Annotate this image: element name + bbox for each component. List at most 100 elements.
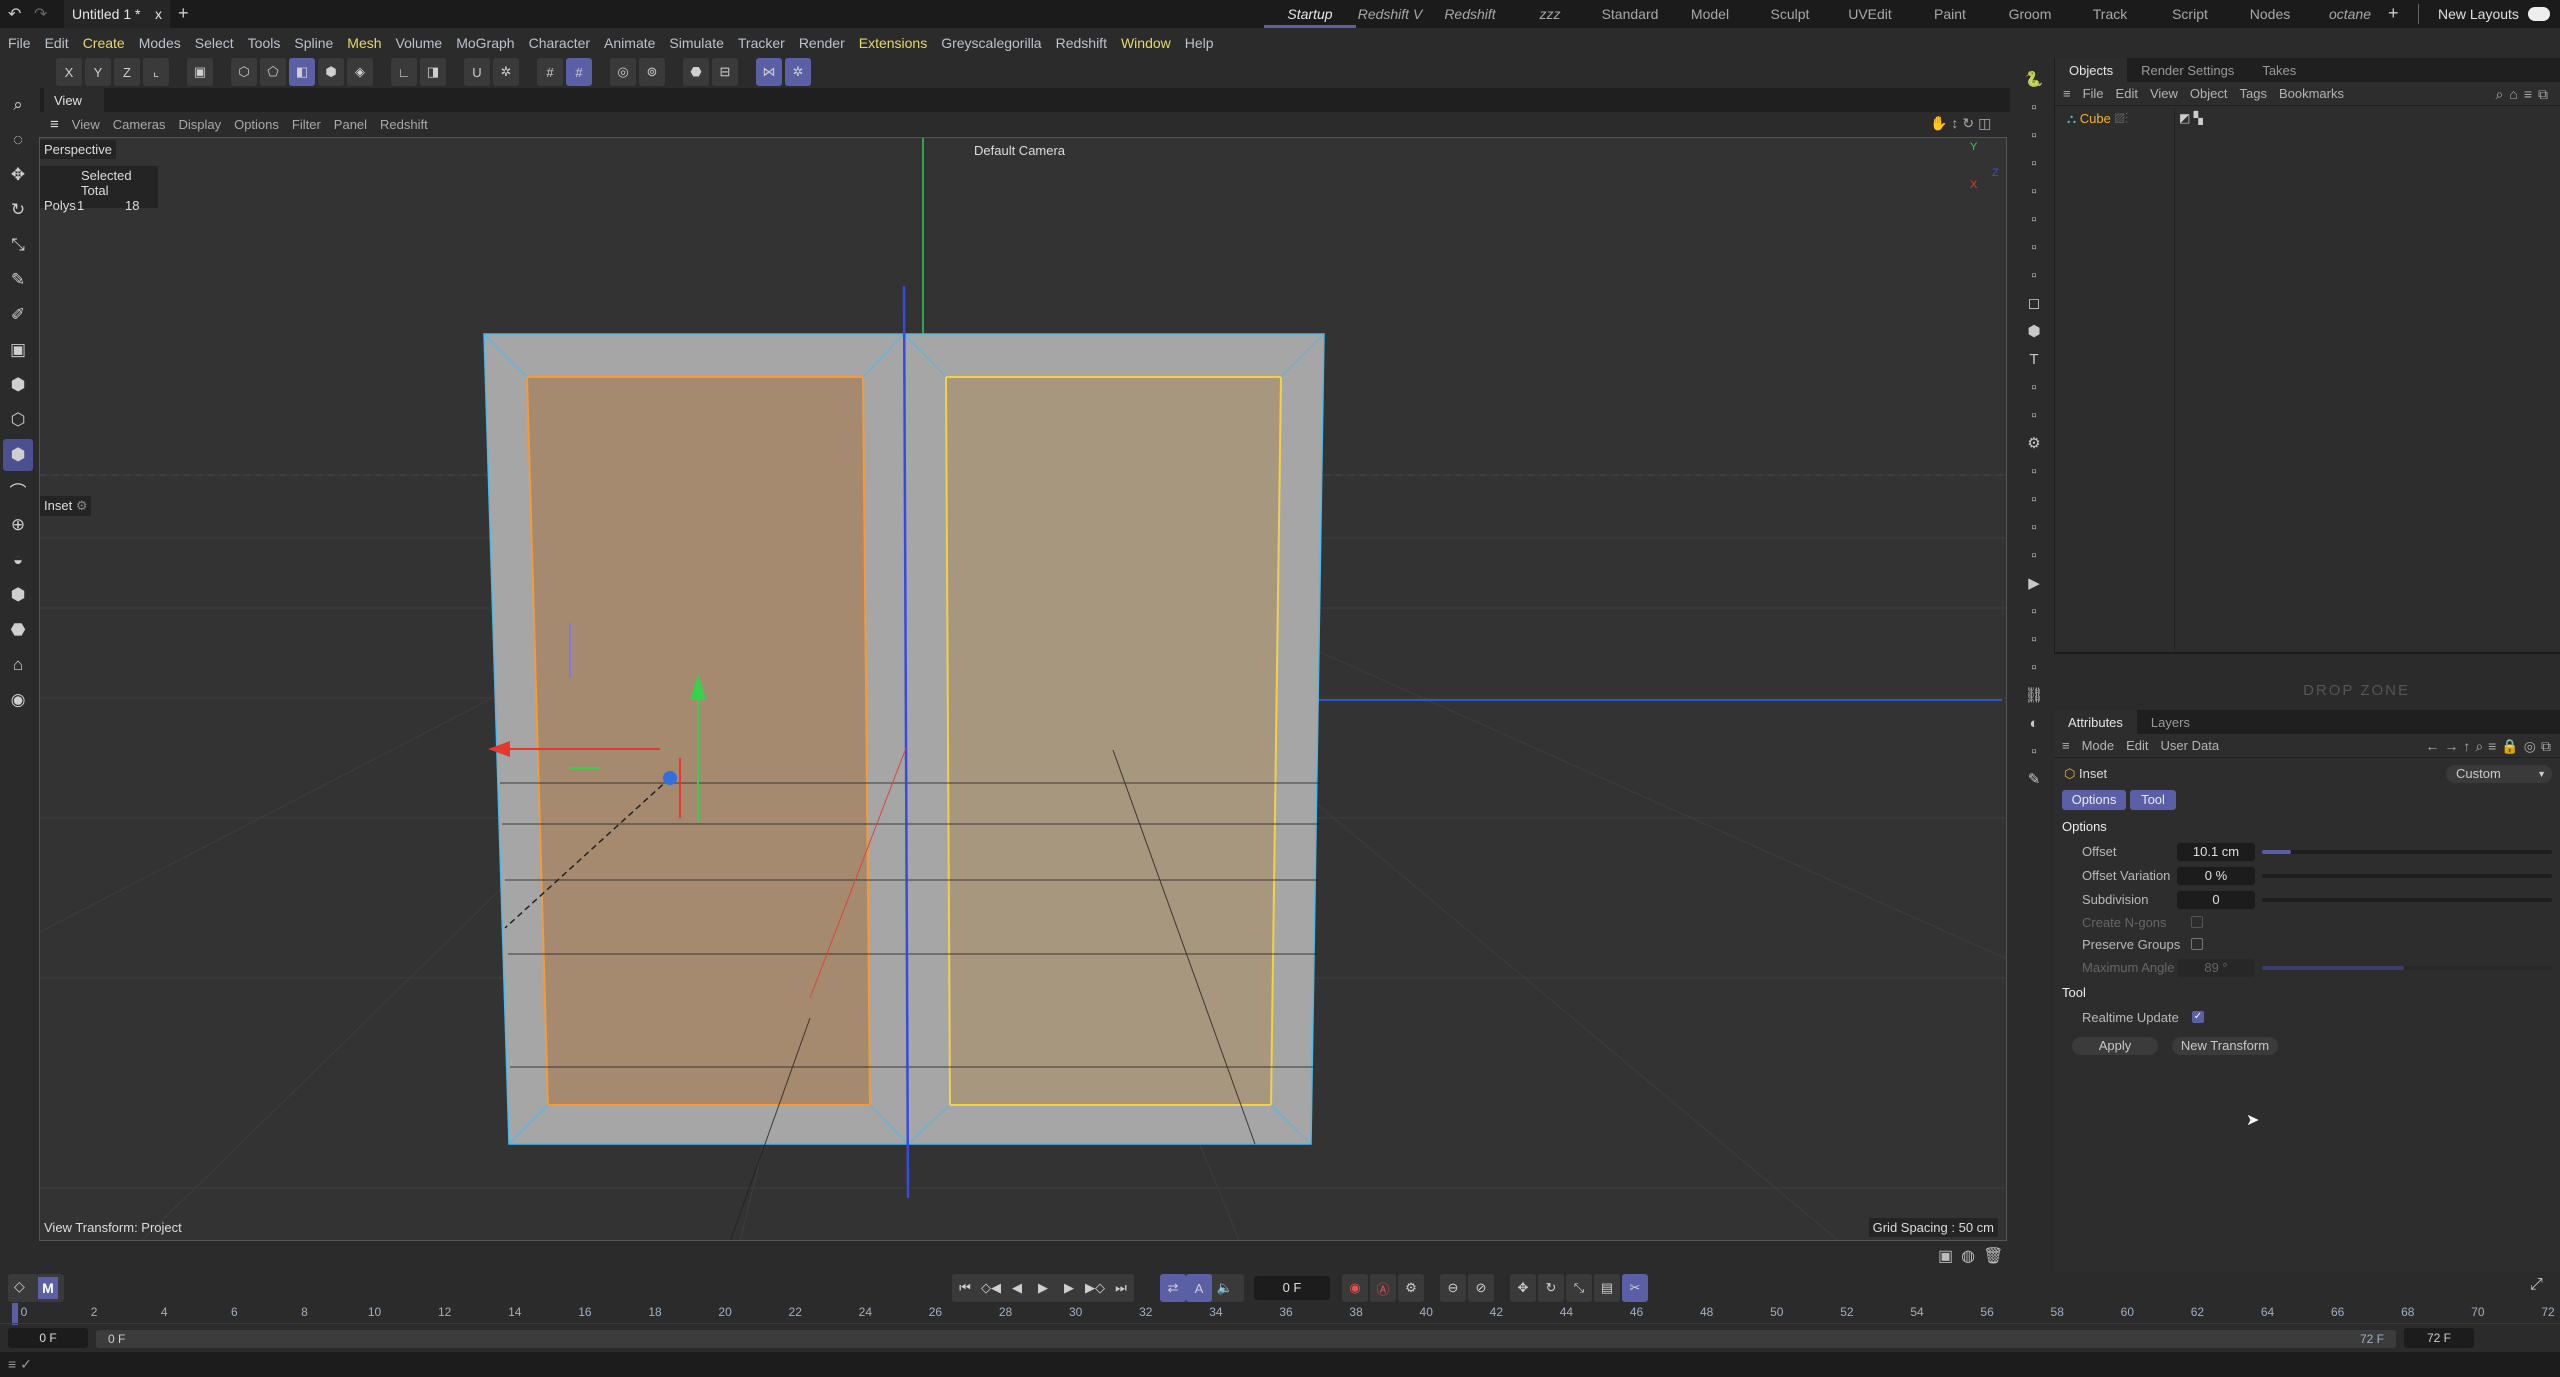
menu-select[interactable]: Select [195,35,234,51]
menu-animate[interactable]: Animate [604,35,655,51]
menu-help[interactable]: Help [1185,35,1214,51]
attributes-menu-mode[interactable]: Mode [2082,738,2115,753]
menu-modes[interactable]: Modes [139,35,181,51]
prev-key-icon[interactable]: ◇◀ [978,1274,1004,1302]
render-region-icon[interactable]: ⬣ [683,58,709,86]
magnet-icon[interactable]: U [464,58,490,86]
playhead[interactable] [12,1303,18,1325]
visibility-icon[interactable]: ▨⋮ [2114,111,2128,126]
tab-layers[interactable]: Layers [2137,710,2204,734]
edges-mode-icon[interactable]: ⬠ [260,58,286,86]
redo-icon[interactable]: ↷ [34,4,47,24]
add-layout-button[interactable]: + [2388,3,2399,24]
camera-icon[interactable]: ◉ [3,684,33,716]
cube-icon[interactable]: ◻ [2020,290,2048,316]
link-icon[interactable]: ⛓ [2020,682,2048,708]
layout-tab-track[interactable]: Track [2064,6,2156,22]
rotate-key-icon[interactable]: ↻ [1538,1274,1564,1302]
param-key-icon[interactable]: ▤ [1594,1274,1620,1302]
apply-button[interactable]: Apply [2072,1037,2158,1055]
x-axis-icon[interactable]: X [56,58,82,86]
objects-menu-object[interactable]: Object [2190,86,2228,101]
box-icon[interactable]: ⬢ [2020,318,2048,344]
tab-attributes[interactable]: Attributes [2054,710,2137,734]
menu-create[interactable]: Create [83,35,125,51]
playback-rate-icon[interactable]: A [1186,1274,1212,1302]
coordinate-system-icon[interactable]: ⌞ [143,58,169,86]
maximum-angle-field[interactable]: 89 ° [2177,959,2255,977]
search-icon[interactable]: ⌕ [3,89,33,121]
picture-viewer-icon[interactable]: ⊟ [712,58,738,86]
render-view-icon[interactable]: ◎ [610,58,636,86]
next-key-icon[interactable]: ▶◇ [1082,1274,1108,1302]
offset-field[interactable]: 10.1 cm [2177,843,2255,861]
hex-icon[interactable]: ▫ [2020,654,2048,680]
viewport-menu-redshift[interactable]: Redshift [380,117,428,132]
record-icon[interactable]: ◉ [1342,1274,1368,1302]
preserve-groups-checkbox[interactable] [2191,938,2203,950]
film-icon[interactable]: ▫ [2020,626,2048,652]
objects-menu-tags[interactable]: Tags [2239,86,2266,101]
brush-icon[interactable]: ✐ [3,299,33,331]
menu-extensions[interactable]: Extensions [859,35,927,51]
viewport-menu-options[interactable]: Options [234,117,279,132]
menu-greyscalegorilla[interactable]: Greyscalegorilla [941,35,1041,51]
texture-mode-icon[interactable]: ◈ [347,58,373,86]
layout-tab-octane[interactable]: octane [2304,6,2396,22]
undo-icon[interactable]: ↶ [8,4,21,24]
menu-window[interactable]: Window [1121,35,1171,51]
bevel-icon[interactable]: ◒ [3,544,33,576]
light-icon[interactable]: ▫ [2020,234,2048,260]
sphere-icon[interactable]: ◐ [2020,710,2048,736]
camera-name[interactable]: Default Camera [970,141,1069,160]
timeline-ruler[interactable]: 0 2 4 6 8 10 12 14 16 18 20 22 24 26 28 30 32 34 36 38 40 42 4… [0,1303,2560,1327]
redshift-icon[interactable]: ▫ [2020,542,2048,568]
polygons-mode-icon[interactable]: ◧ [289,58,315,86]
spline-icon[interactable]: ▫ [2020,486,2048,512]
menu-simulate[interactable]: Simulate [669,35,723,51]
objects-menu-edit[interactable]: Edit [2116,86,2138,101]
layout-tab-redshift[interactable]: Redshift [1424,6,1516,22]
weld-icon[interactable]: ⊕ [3,509,33,541]
end-frame-field[interactable]: 72 F [2404,1328,2474,1348]
inset-icon[interactable]: ⬢ [3,439,33,471]
solo-icon[interactable]: ◨ [420,58,446,86]
camera-label[interactable]: Perspective [40,140,116,159]
current-frame-field[interactable]: 0 F [1254,1276,1330,1300]
first-frame-icon[interactable]: ⏮ [952,1274,978,1302]
python-icon[interactable]: 🐍 [2020,66,2048,92]
prev-frame-icon[interactable]: ◀ [1004,1274,1030,1302]
layout-tab-startup[interactable]: Startup [1264,6,1356,28]
subdivision-field[interactable]: 0 [2177,891,2255,909]
scale-object-icon[interactable]: ▫ [2020,178,2048,204]
menu-character[interactable]: Character [529,35,590,51]
viewport-bottom-icons[interactable]: ▣◍🗑 [1938,1246,2011,1266]
pen-icon[interactable]: ✎ [2020,766,2048,792]
scale-icon[interactable]: ⤡ [3,229,33,261]
hamburger-icon[interactable]: ≡ [2063,86,2071,101]
document-tab[interactable]: Untitled 1 * x [64,0,170,28]
layout-tab-groom[interactable]: Groom [1984,6,2076,22]
keyframe-icon[interactable]: ◇ [14,1278,25,1295]
objects-menu-file[interactable]: File [2083,86,2104,101]
options-tab-button[interactable]: Options [2062,790,2126,810]
null-icon[interactable]: ▫ [2020,150,2048,176]
play-icon[interactable]: ▶ [1030,1274,1056,1302]
iron-icon[interactable]: ⌂ [3,649,33,681]
object-row-cube[interactable]: ⛬ Cube ▨⋮ [2067,111,2128,127]
viewport-menu-filter[interactable]: Filter [292,117,321,132]
layout-tab-script[interactable]: Script [2144,6,2236,22]
close-tab-icon[interactable]: x [155,6,162,22]
layout-tab-standard[interactable]: Standard [1584,6,1676,22]
viewport-menu-panel[interactable]: Panel [334,117,367,132]
hamburger-icon[interactable]: ≡ [2062,738,2070,753]
points-mode-icon[interactable]: ⬡ [231,58,257,86]
camera-icon[interactable]: ▶ [2020,570,2048,596]
model-mode-icon[interactable]: ⬢ [318,58,344,86]
extrude-icon[interactable]: ⬢ [3,369,33,401]
attributes-menu-edit[interactable]: Edit [2126,738,2148,753]
text-icon[interactable]: T [2020,346,2048,372]
help-icon[interactable]: ▫ [2020,206,2048,232]
attributes-nav-icons[interactable]: ←→↑⌕≡🔒◎⧉ [2425,738,2556,755]
symmetry-settings-icon[interactable]: ✲ [785,58,811,86]
